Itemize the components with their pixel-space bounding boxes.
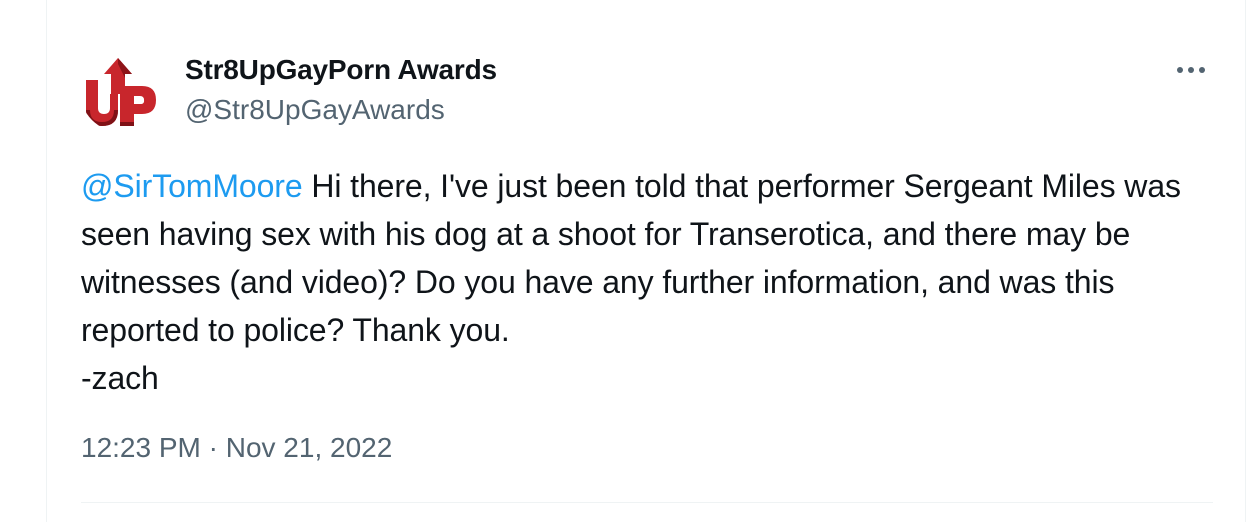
tweet-card: D Str8UpGayPorn Awards @Str8UpGayAwards … <box>46 0 1246 522</box>
avatar[interactable]: D <box>80 50 162 132</box>
up-logo-icon: D <box>86 58 156 126</box>
more-options-button[interactable] <box>1171 54 1211 86</box>
tweet-timestamp[interactable]: 12:23 PM · Nov 21, 2022 <box>81 432 392 464</box>
mention-link[interactable]: @SirTomMoore <box>81 168 303 204</box>
more-horizontal-icon <box>1177 67 1205 73</box>
svg-text:D: D <box>138 96 145 106</box>
divider <box>81 502 1213 503</box>
tweet-text: @SirTomMoore Hi there, I've just been to… <box>81 162 1201 402</box>
author-handle[interactable]: @Str8UpGayAwards <box>185 94 445 126</box>
author-display-name[interactable]: Str8UpGayPorn Awards <box>185 54 497 86</box>
